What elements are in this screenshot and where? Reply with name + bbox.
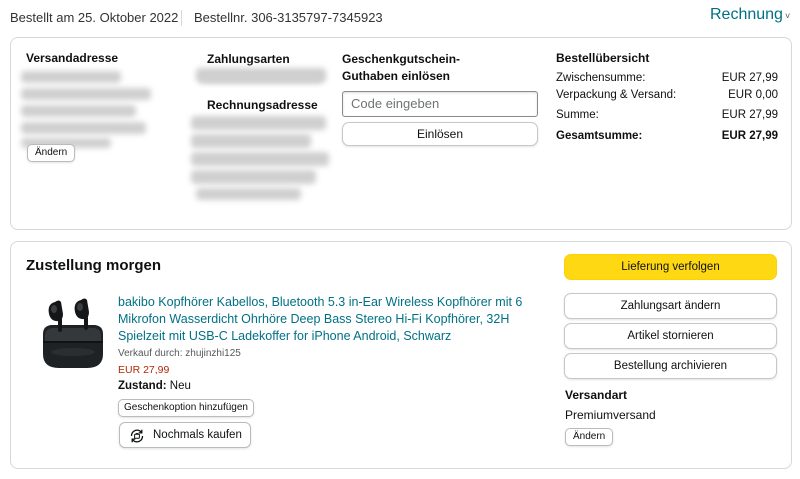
billing-address-heading: Rechnungsadresse xyxy=(207,98,318,112)
summary-value: EUR 27,99 xyxy=(721,72,778,84)
buy-again-label: Nochmals kaufen xyxy=(153,429,242,441)
rebuy-icon xyxy=(130,429,144,443)
change-shipping-method-button[interactable]: Ändern xyxy=(565,428,614,446)
product-title-link[interactable]: bakibo Kopfhörer Kabellos, Bluetooth 5.3… xyxy=(118,294,538,345)
order-number: Bestellnr. 306-3135797-7345923 xyxy=(194,10,383,25)
redacted-address-line xyxy=(21,105,136,117)
earbuds-product-image[interactable] xyxy=(37,292,107,372)
summary-value: EUR 27,99 xyxy=(721,109,778,121)
header-divider xyxy=(181,10,182,26)
chevron-down-icon[interactable]: ˅ xyxy=(785,11,790,21)
change-payment-button[interactable]: Zahlungsart ändern xyxy=(564,293,777,319)
payment-methods-heading: Zahlungsarten xyxy=(207,52,290,66)
order-summary-heading: Bestellübersicht xyxy=(556,51,650,65)
redeem-button[interactable]: Einlösen xyxy=(342,122,538,146)
summary-label: Zwischensumme: xyxy=(556,72,646,84)
shipping-address-heading: Versandadresse xyxy=(26,51,119,65)
redacted-billing-line xyxy=(191,134,311,148)
change-shipping-address-button[interactable]: Ändern xyxy=(27,144,76,162)
seller-info: Verkauf durch: zhujinzhi125 xyxy=(118,348,241,359)
buy-again-button[interactable]: Nochmals kaufen xyxy=(119,422,251,448)
shipping-method-heading: Versandart xyxy=(565,388,628,402)
order-date: Bestellt am 25. Oktober 2022 xyxy=(10,10,179,25)
redacted-address-line xyxy=(21,88,151,100)
delivery-status-title: Zustellung morgen xyxy=(26,257,161,274)
track-package-button[interactable]: Lieferung verfolgen xyxy=(564,254,777,280)
summary-label: Verpackung & Versand: xyxy=(556,89,677,101)
condition-label: Zustand: xyxy=(118,380,167,392)
redacted-billing-line xyxy=(191,152,329,166)
redacted-billing-line xyxy=(196,188,301,200)
product-price: EUR 27,99 xyxy=(118,364,170,376)
invoice-link[interactable]: Rechnung xyxy=(710,6,783,24)
shipping-method-value: Premiumversand xyxy=(565,408,656,422)
archive-order-button[interactable]: Bestellung archivieren xyxy=(564,353,777,379)
redacted-payment-info xyxy=(199,75,323,83)
redacted-billing-line xyxy=(191,116,326,130)
redacted-billing-line xyxy=(191,170,316,184)
redacted-address-line xyxy=(21,122,146,134)
redacted-address-line xyxy=(21,71,121,83)
order-details-card: Versandadresse Ändern Zahlungsarten Rech… xyxy=(10,37,792,230)
order-header: Bestellt am 25. Oktober 2022 Bestellnr. … xyxy=(0,0,800,34)
cancel-items-button[interactable]: Artikel stornieren xyxy=(564,323,777,349)
summary-label: Summe: xyxy=(556,109,599,121)
summary-value: EUR 27,99 xyxy=(721,130,778,142)
add-gift-option-button[interactable]: Geschenkoption hinzufügen xyxy=(118,399,254,417)
delivery-card: Zustellung morgen bakibo Kopfhörer Kabel… xyxy=(10,241,792,469)
product-condition: Zustand: Neu xyxy=(118,380,191,392)
giftcard-code-input[interactable]: Code eingeben xyxy=(342,91,538,117)
condition-value: Neu xyxy=(169,380,191,392)
giftcard-heading: Geschenkgutschein-Guthaben einlösen xyxy=(342,52,461,83)
summary-value: EUR 0,00 xyxy=(728,89,778,101)
summary-label: Gesamtsumme: xyxy=(556,130,643,142)
